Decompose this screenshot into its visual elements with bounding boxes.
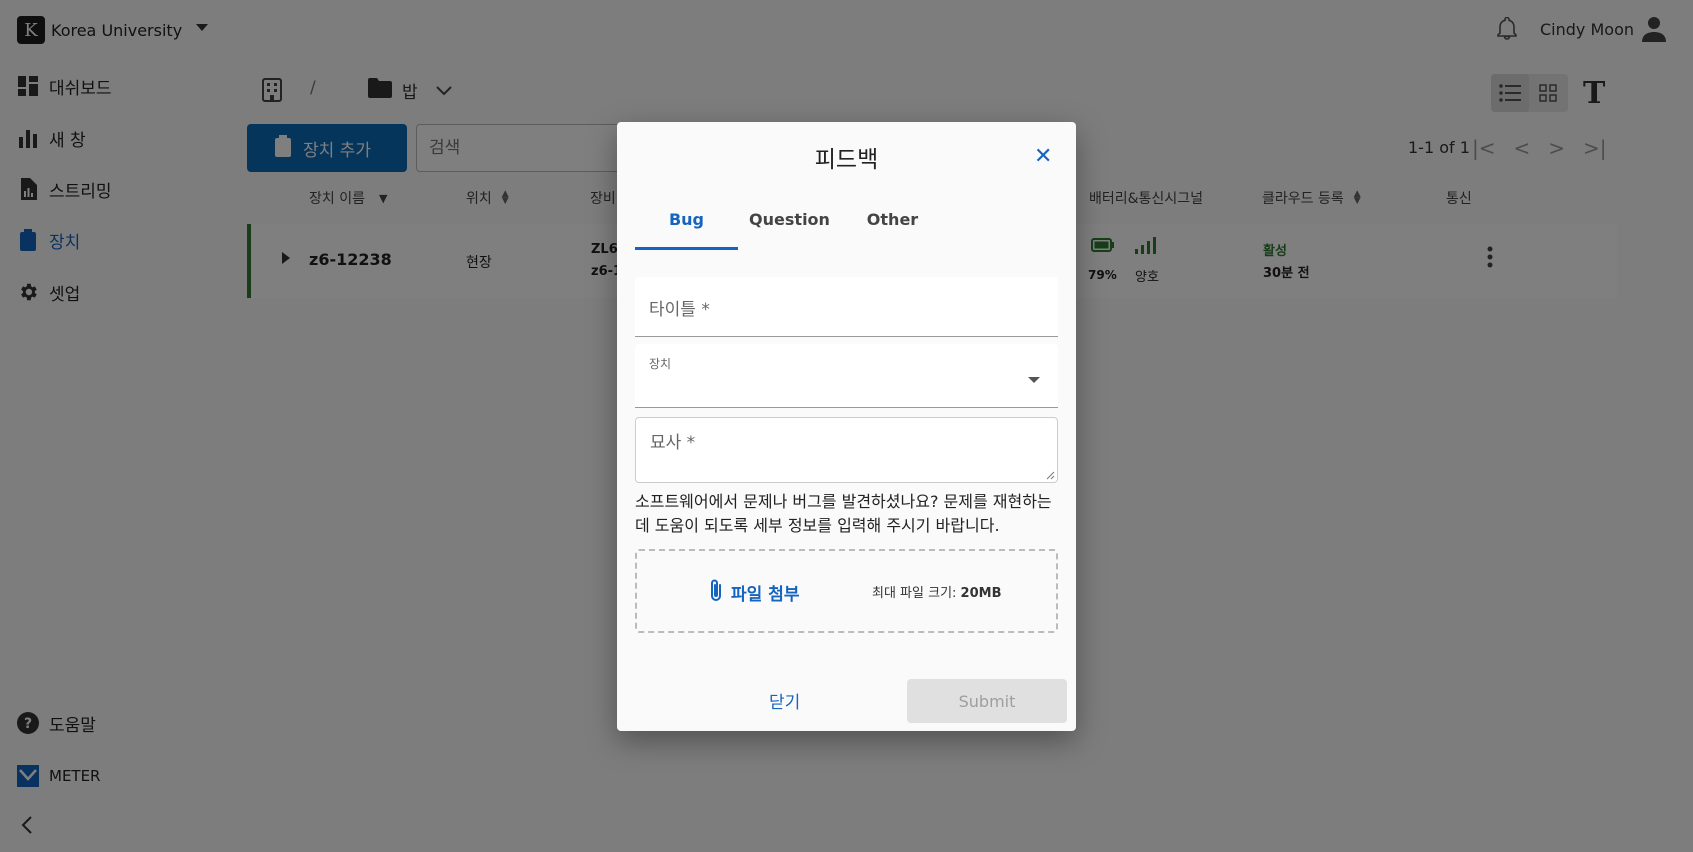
title-field[interactable]: 타이틀 * (635, 277, 1058, 337)
max-file-size-label: 최대 파일 크기: (872, 586, 957, 601)
description-field[interactable]: 묘사 * (635, 417, 1058, 483)
paperclip-icon (709, 578, 723, 607)
title-field-placeholder: 타이틀 * (649, 300, 710, 320)
max-file-size: 최대 파일 크기: 20MB (872, 582, 1001, 601)
help-text: 소프트웨어에서 문제나 버그를 발견하셨나요? 문제를 재현하는 데 도움이 되… (635, 492, 1052, 535)
device-select[interactable]: 장치 (635, 344, 1058, 408)
file-dropzone[interactable]: 파일 첨부 최대 파일 크기: 20MB (635, 549, 1058, 633)
tab-other[interactable]: Other (841, 210, 944, 250)
close-icon[interactable]: ✕ (1034, 144, 1052, 169)
device-select-label: 장치 (649, 357, 672, 371)
feedback-tabs: Bug Question Other (635, 210, 944, 250)
feedback-dialog: 피드백 ✕ Bug Question Other 타이틀 * 장치 묘사 * 소… (617, 122, 1076, 731)
caret-down-icon (1028, 377, 1040, 383)
description-placeholder: 묘사 * (650, 433, 696, 453)
tab-question[interactable]: Question (738, 210, 841, 250)
attach-file-label: 파일 첨부 (731, 585, 800, 605)
attach-file-button[interactable]: 파일 첨부 (709, 578, 799, 607)
max-file-size-value: 20MB (960, 586, 1002, 601)
submit-button[interactable]: Submit (907, 679, 1067, 723)
dialog-title: 피드백 (814, 147, 879, 173)
resize-handle-icon[interactable] (1046, 471, 1055, 480)
close-button[interactable]: 닫기 (769, 688, 800, 713)
tab-bug[interactable]: Bug (635, 210, 738, 250)
